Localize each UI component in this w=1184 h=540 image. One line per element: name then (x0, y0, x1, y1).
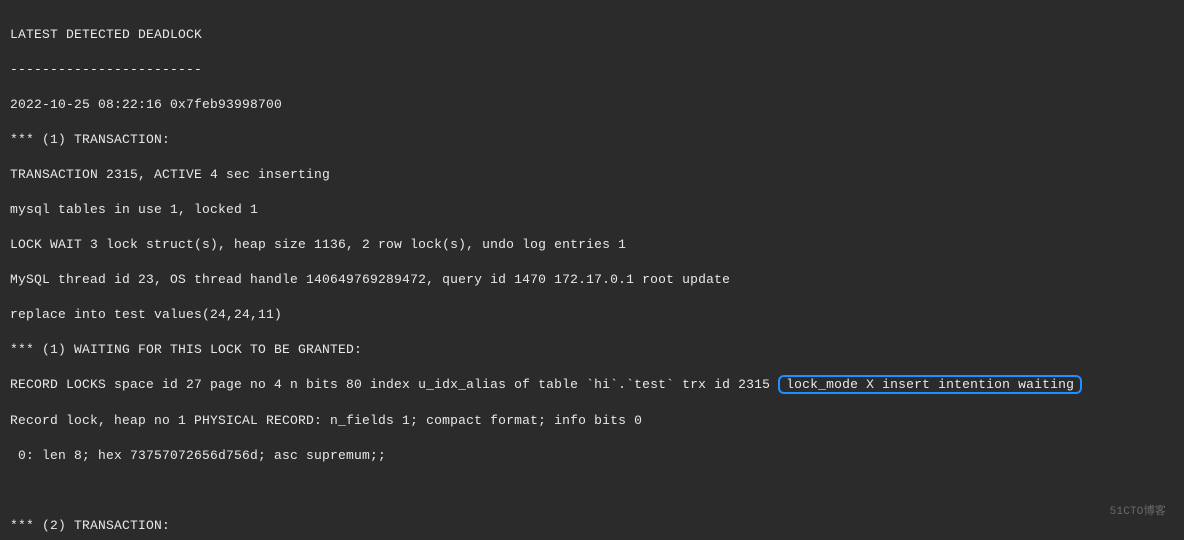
t1-thread: MySQL thread id 23, OS thread handle 140… (10, 271, 1174, 289)
t1-record-lock: Record lock, heap no 1 PHYSICAL RECORD: … (10, 412, 1174, 430)
t1-tables: mysql tables in use 1, locked 1 (10, 201, 1174, 219)
highlight-lockmode-1: lock_mode X insert intention waiting (778, 375, 1082, 394)
t1-rec-pre: RECORD LOCKS space id 27 page no 4 n bit… (10, 377, 778, 392)
t1-stmt: replace into test values(24,24,11) (10, 306, 1174, 324)
t1-trx: TRANSACTION 2315, ACTIVE 4 sec inserting (10, 166, 1174, 184)
timestamp: 2022-10-25 08:22:16 0x7feb93998700 (10, 96, 1174, 114)
section-title: LATEST DETECTED DEADLOCK (10, 26, 1174, 44)
t1-record-locks: RECORD LOCKS space id 27 page no 4 n bit… (10, 376, 1174, 394)
watermark: 51CTO博客 (1110, 505, 1166, 520)
t2-header: *** (2) TRANSACTION: (10, 517, 1174, 535)
t1-wait-header: *** (1) WAITING FOR THIS LOCK TO BE GRAN… (10, 341, 1174, 359)
divider: ------------------------ (10, 61, 1174, 79)
t1-hex: 0: len 8; hex 73757072656d756d; asc supr… (10, 447, 1174, 465)
t1-header: *** (1) TRANSACTION: (10, 131, 1174, 149)
blank (10, 482, 1174, 500)
terminal-output: LATEST DETECTED DEADLOCK ---------------… (0, 0, 1184, 540)
t1-lockwait: LOCK WAIT 3 lock struct(s), heap size 11… (10, 236, 1174, 254)
